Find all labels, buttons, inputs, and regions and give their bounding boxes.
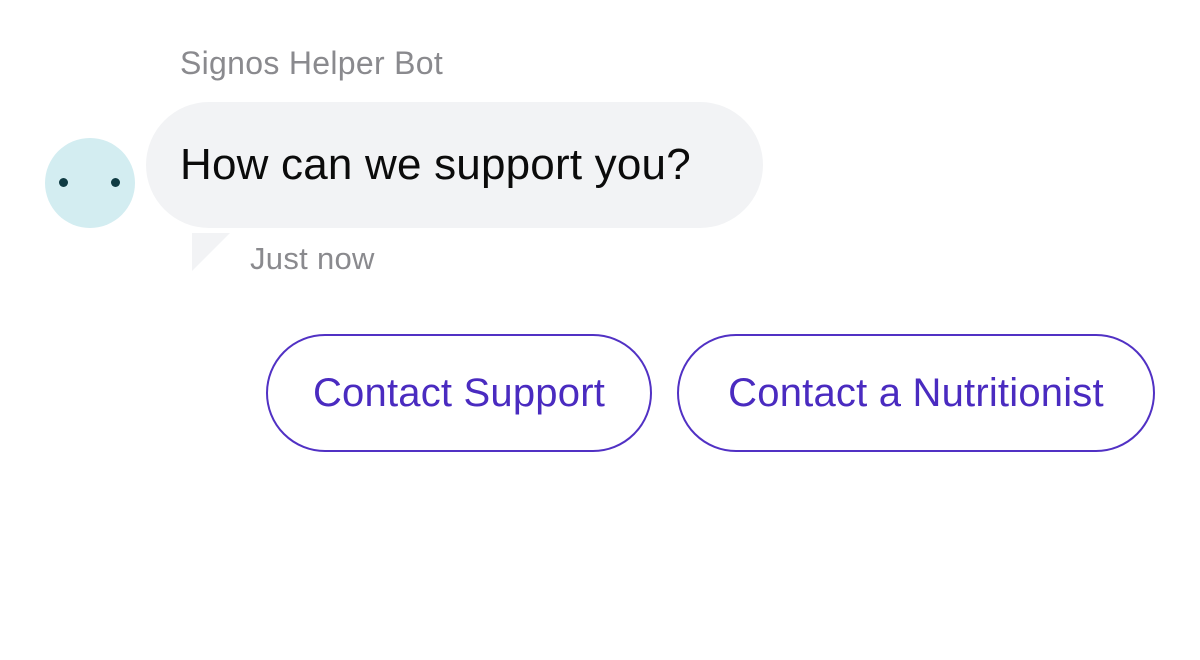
avatar-right-eye [111,178,120,187]
bot-avatar [45,138,135,228]
message-text: How can we support you? [180,140,691,189]
bubble-tail-icon [192,233,230,271]
contact-nutritionist-button[interactable]: Contact a Nutritionist [677,334,1155,452]
message-timestamp: Just now [250,241,375,276]
sender-name: Signos Helper Bot [180,45,444,81]
message-bubble: How can we support you? [146,102,763,228]
avatar-left-eye [59,178,68,187]
contact-support-button[interactable]: Contact Support [266,334,652,452]
